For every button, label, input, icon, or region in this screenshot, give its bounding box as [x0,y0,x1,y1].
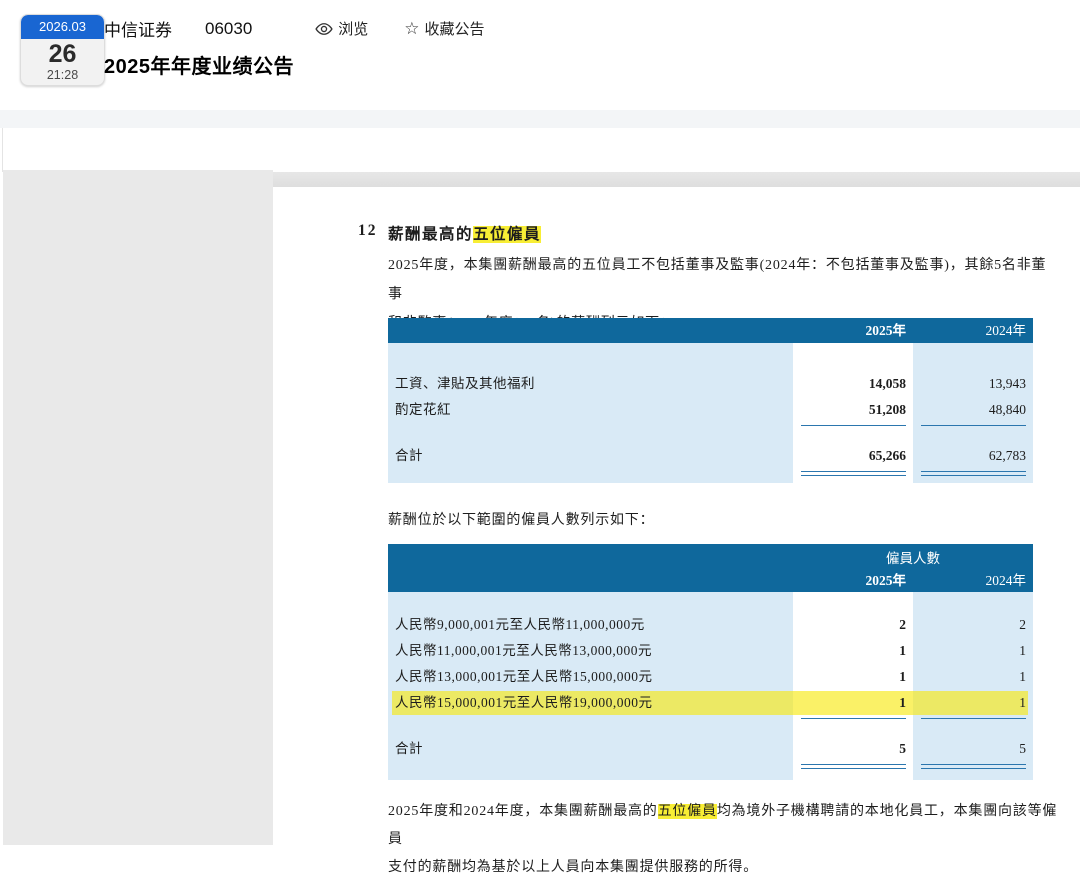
table-row: 人民幣9,000,001元至人民幣11,000,000元 2 2 [395,617,1026,632]
highlighted-table-row: 人民幣15,000,001元至人民幣19,000,000元 1 1 [388,690,1033,716]
col-header-2025: 2025年 [865,323,907,338]
remuneration-table: 2025年 2024年 工資、津貼及其他福利 14,058 13,943 酌定花… [388,318,1033,483]
section-number: 12 [358,222,378,239]
intro-paragraph-line1: 2025年度，本集團薪酬最高的五位員工不包括董事及監事(2024年：不包括董事及… [388,258,1047,302]
company-name: 中信证券 [104,21,172,40]
total-row: 合計 5 5 [395,741,1026,756]
closing-paragraph: 2025年度和2024年度，本集團薪酬最高的五位僱員均為境外子機構聘請的本地化員… [388,798,1058,882]
viewer-left-panel [3,170,273,845]
single-rule [388,716,1033,724]
table-row: 人民幣11,000,001元至人民幣13,000,000元 1 1 [395,643,1026,658]
pdf-document-page: 12 薪酬最高的五位僱員 2025年度，本集團薪酬最高的五位員工不包括董事及監事… [273,187,1080,875]
favorite-button[interactable]: ☆ 收藏公告 [404,18,484,39]
group-header: 僱員人數 [886,551,940,566]
view-label: 浏览 [338,21,369,38]
double-rule [388,469,1033,477]
subheader-band [0,110,1080,128]
table-row: 酌定花紅 51,208 48,840 [395,402,1026,417]
remuneration-table-body: 工資、津貼及其他福利 14,058 13,943 酌定花紅 51,208 48,… [388,343,1033,483]
favorite-label: 收藏公告 [424,21,485,38]
stock-code: 06030 [205,18,253,38]
closing-paragraph-line2: 支付的薪酬均為基於以上人員向本集團提供服務的所得。 [388,860,758,875]
col-header-2024: 2024年 [985,323,1027,338]
headcount-table: 僱員人數 2025年 2024年 人民幣9,000,001元至人民幣11,000… [388,544,1033,780]
section-title: 薪酬最高的五位僱員 [388,226,542,243]
date-badge: 2026.03 26 21:28 [20,14,105,86]
announcement-header: 2026.03 26 21:28 中信证券 06030 浏览 ☆ 收藏公告 20… [0,0,1080,110]
view-button[interactable]: 浏览 [315,18,368,39]
eye-icon [315,22,333,35]
total-row: 合計 65,266 62,783 [395,448,1026,463]
col-header-2024: 2024年 [985,573,1027,588]
page-gap-band [273,172,1080,187]
date-badge-day: 26 [48,40,77,68]
double-rule [388,762,1033,770]
highlighted-term: 五位僱員 [657,804,717,819]
table-row: 人民幣13,000,001元至人民幣15,000,000元 1 1 [395,669,1026,684]
col-header-2025: 2025年 [865,573,907,588]
date-badge-month: 2026.03 [21,15,104,39]
headcount-table-header: 僱員人數 2025年 2024年 [388,544,1033,592]
date-badge-time: 21:28 [46,68,79,82]
remuneration-table-header: 2025年 2024年 [388,318,1033,343]
single-rule [388,423,1033,431]
table-row: 工資、津貼及其他福利 14,058 13,943 [395,376,1026,391]
announcement-title: 2025年年度业绩公告 [104,56,294,78]
closing-paragraph-line1: 2025年度和2024年度，本集團薪酬最高的五位僱員均為境外子機構聘請的本地化員… [388,804,1058,847]
highlighted-term: 五位僱員 [473,226,542,243]
section-heading: 12 薪酬最高的五位僱員 [358,222,542,244]
headcount-intro-text: 薪酬位於以下範圍的僱員人數列示如下： [388,513,655,528]
star-icon: ☆ [404,19,420,38]
company-row: 中信证券 06030 浏览 ☆ 收藏公告 [104,16,485,41]
headcount-table-body: 人民幣9,000,001元至人民幣11,000,000元 2 2 人民幣11,0… [388,592,1033,780]
